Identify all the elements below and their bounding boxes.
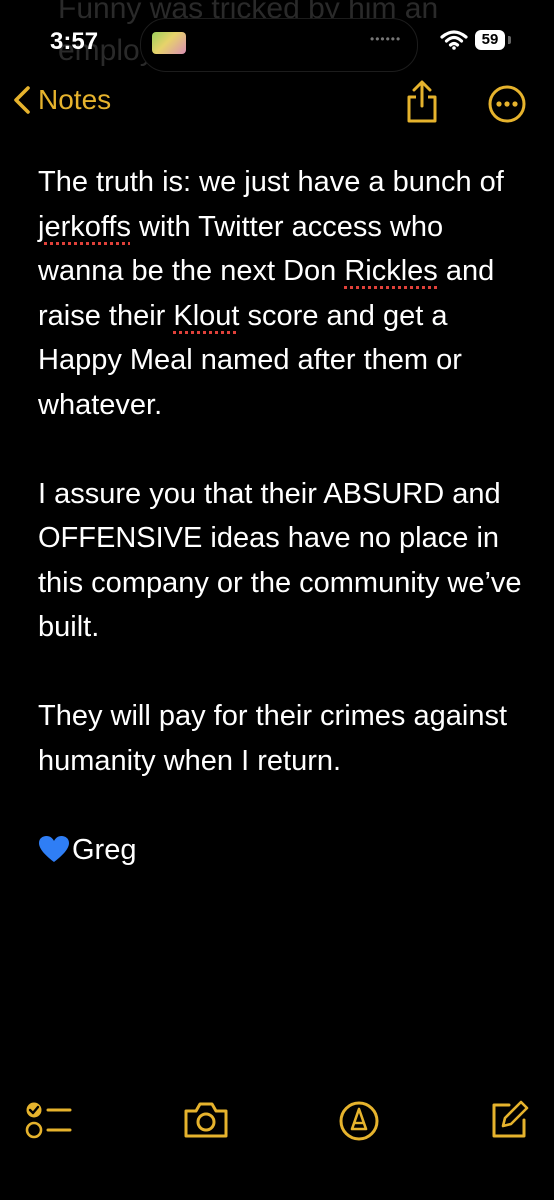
note-paragraph: I assure you that their ABSURD and OFFEN… [38,477,522,644]
live-activity-dots-icon: •••••• [370,32,402,46]
note-signature-line: Greg [38,828,528,873]
misspelled-word: Rickles [344,255,438,287]
back-label: Notes [38,84,112,115]
note-paragraph: They will pay for their crimes against h… [38,700,507,777]
chevron-left-icon [14,86,30,114]
markup-pen-icon[interactable] [338,1100,380,1142]
camera-icon[interactable] [182,1100,230,1140]
share-icon[interactable] [404,80,440,124]
wifi-icon [440,30,468,50]
compose-icon[interactable] [489,1100,529,1140]
notes-screen: Funny was tricked by him an employees hi… [0,0,554,1200]
more-options-icon[interactable] [487,84,527,124]
note-signature: Greg [72,833,137,866]
blue-heart-icon [39,835,69,862]
misspelled-word: jerkoffs [38,210,131,243]
note-text: The truth is: we just have a bunch of [38,166,504,198]
back-to-notes-button[interactable]: Notes [12,84,111,116]
live-activity-thumbnail [152,32,186,54]
note-paragraph: The truth is: we just have a bunch of je… [38,160,528,427]
misspelled-word: Klout [173,299,240,332]
battery-tip [508,36,511,44]
status-time: 3:57 [50,28,99,55]
checklist-icon[interactable] [24,1100,74,1140]
note-body[interactable]: The truth is: we just have a bunch of je… [38,160,528,917]
battery-indicator: 59 [475,30,505,50]
